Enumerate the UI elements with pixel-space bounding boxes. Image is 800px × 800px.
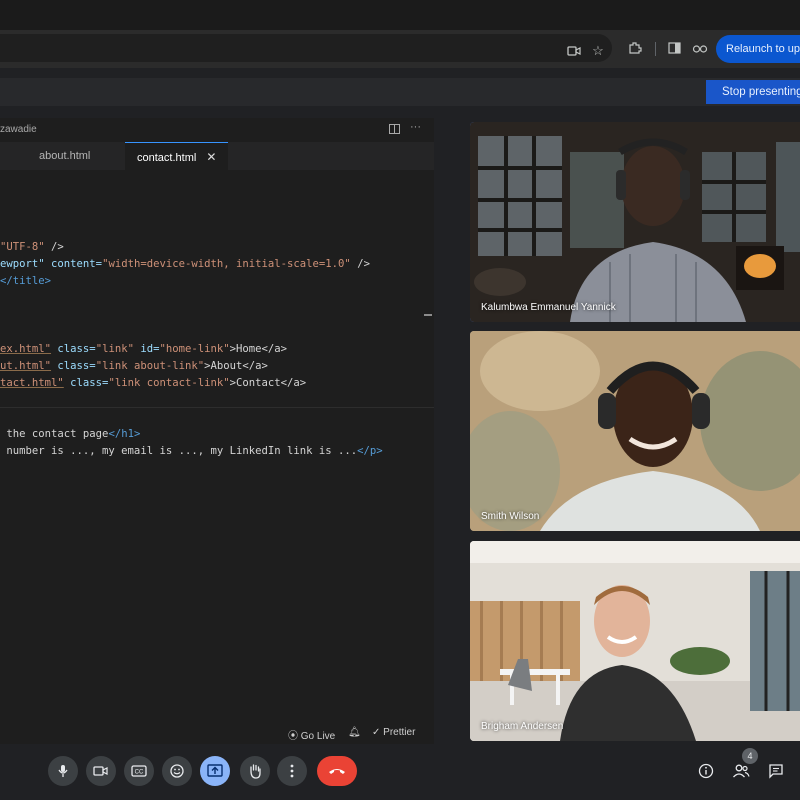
split-editor-icon[interactable] xyxy=(389,124,400,134)
code-line: ewport" content="width=device-width, ini… xyxy=(0,258,370,270)
broadcast-icon: ⦿ xyxy=(288,731,298,742)
editor-title: zawadie xyxy=(0,124,37,135)
captions-icon: CC xyxy=(131,765,147,777)
meet-window: ☆ Relaunch to upd Stop presenting zawadi… xyxy=(0,0,800,800)
close-icon[interactable]: ✕ xyxy=(206,150,216,164)
raise-hand-icon xyxy=(250,764,261,779)
code-line: ex.html" class="link" id="home-link">Hom… xyxy=(0,343,288,355)
code-line: "UTF-8" /> xyxy=(0,241,64,253)
code-line: </title> xyxy=(0,275,52,287)
extensions-icon[interactable] xyxy=(626,39,644,57)
camera-button[interactable] xyxy=(86,756,116,786)
go-live-item[interactable]: ⦿ Go Live xyxy=(288,727,335,742)
participant-tile-smith[interactable]: Smith Wilson xyxy=(470,331,800,531)
emoji-icon xyxy=(170,764,184,778)
more-actions-icon[interactable]: ··· xyxy=(410,121,421,133)
more-options-button[interactable] xyxy=(277,756,307,786)
code-line: tact.html" class="link contact-link">Con… xyxy=(0,377,307,389)
camera-icon xyxy=(93,766,108,776)
toolbar-separator xyxy=(655,42,656,56)
emoji-button[interactable] xyxy=(162,756,192,786)
presentation-bar-strip xyxy=(0,78,800,106)
prettier-item[interactable]: ✓ Prettier xyxy=(372,727,415,738)
participant-tile-kalumbwa[interactable]: Kalumbwa Emmanuel Yannick xyxy=(470,122,800,322)
mic-icon xyxy=(58,765,68,777)
microphone-button[interactable] xyxy=(48,756,78,786)
editor-tab-bar: about.html contact.html ✕ xyxy=(0,142,434,170)
tab-contact-html[interactable]: contact.html ✕ xyxy=(125,142,229,170)
browser-tabstrip xyxy=(0,0,800,30)
info-icon[interactable] xyxy=(695,760,717,782)
check-icon: ✓ xyxy=(372,727,381,738)
shared-screen-editor: zawadie ··· about.html contact.html ✕ "UT… xyxy=(0,118,434,744)
end-call-icon xyxy=(329,769,345,774)
address-bar[interactable]: ☆ xyxy=(0,34,612,62)
people-count-badge: 4 xyxy=(742,748,758,764)
chat-icon[interactable] xyxy=(765,760,787,782)
participant-video xyxy=(470,122,800,322)
profile-icon[interactable] xyxy=(691,39,709,57)
tab-label: about.html xyxy=(39,150,91,162)
camera-indicator-icon[interactable] xyxy=(566,43,582,59)
raise-hand-button[interactable] xyxy=(240,756,270,786)
call-controls: CC 4 xyxy=(0,744,800,800)
svg-text:CC: CC xyxy=(135,770,144,776)
code-line: ut.html" class="link about-link">About</… xyxy=(0,360,268,372)
participant-tile-brigham[interactable]: Brigham Andersen xyxy=(470,541,800,741)
go-live-label: Go Live xyxy=(300,731,336,742)
participant-name: Brigham Andersen xyxy=(481,721,564,732)
participant-video xyxy=(470,541,800,741)
more-icon xyxy=(290,764,294,778)
leave-call-button[interactable] xyxy=(317,756,357,786)
bookmark-star-icon[interactable]: ☆ xyxy=(590,43,606,59)
code-area[interactable]: "UTF-8" /> ewport" content="width=device… xyxy=(0,170,434,718)
tab-label: contact.html xyxy=(137,152,197,164)
scrollbar-marker[interactable] xyxy=(424,314,432,316)
present-button[interactable] xyxy=(200,756,230,786)
editor-titlebar: zawadie ··· xyxy=(0,118,434,142)
prettier-label: Prettier xyxy=(383,727,416,738)
participant-name: Smith Wilson xyxy=(481,511,540,522)
present-icon xyxy=(207,764,223,777)
code-line: the contact page</h1> xyxy=(0,428,141,440)
captions-button[interactable]: CC xyxy=(124,756,154,786)
editor-statusbar: ⦿ Go Live 🔔︎ ✓ Prettier xyxy=(0,722,434,744)
bell-icon[interactable]: 🔔︎ xyxy=(348,727,361,738)
code-line: number is ..., my email is ..., my Linke… xyxy=(0,445,383,457)
participant-video xyxy=(470,331,800,531)
side-panel-icon[interactable] xyxy=(665,39,683,57)
browser-toolbar: ☆ Relaunch to upd xyxy=(0,30,800,68)
tab-about-html[interactable]: about.html xyxy=(27,142,102,170)
relaunch-button[interactable]: Relaunch to upd xyxy=(716,35,800,63)
stop-presenting-button[interactable]: Stop presenting xyxy=(706,80,800,104)
code-divider xyxy=(0,407,434,408)
presentation-bar: Stop presenting xyxy=(0,68,800,110)
participant-name: Kalumbwa Emmanuel Yannick xyxy=(481,302,616,313)
